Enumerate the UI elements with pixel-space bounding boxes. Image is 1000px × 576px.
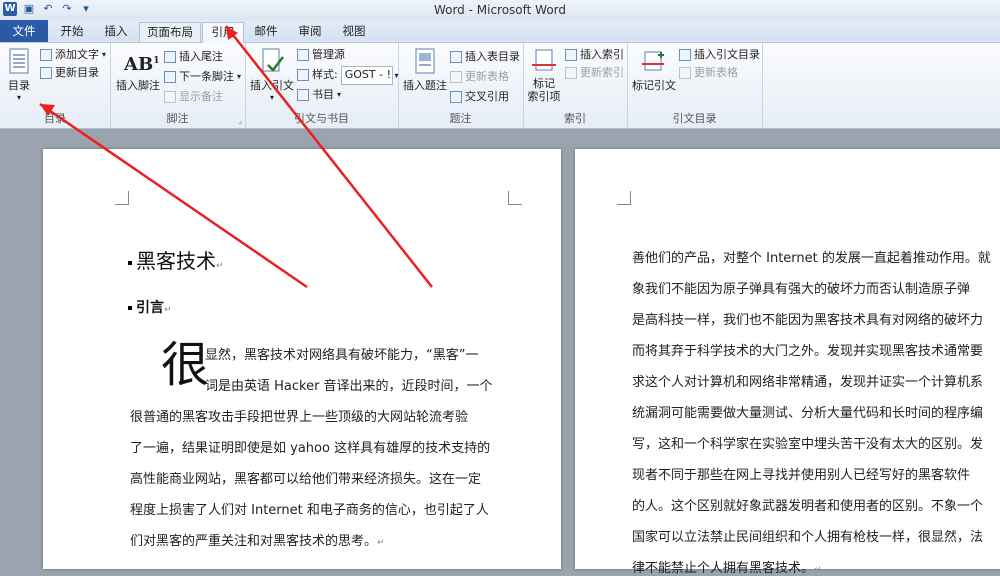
return-mark: ↵ [814,565,822,575]
body-line-text: 律不能禁止个人拥有黑客技术。 [632,561,815,576]
annotation-arrows [39,25,433,289]
arrow-to-toc-button [39,102,308,289]
arrow-to-references-tab [225,25,433,288]
